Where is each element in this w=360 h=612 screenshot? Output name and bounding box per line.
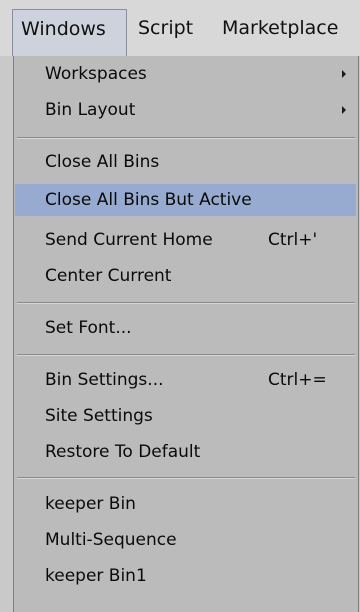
menu-item-label: Set Font... (45, 318, 132, 338)
menu-item-keeper-bin1[interactable]: keeper Bin1 (14, 560, 358, 592)
menu-separator (17, 354, 355, 356)
menu-item-label: Workspaces (45, 64, 147, 84)
menu-bar: Windows Script Marketplace (0, 0, 360, 56)
menu-item-close-all-bins[interactable]: Close All Bins (14, 146, 358, 178)
menu-item-label: Site Settings (45, 406, 153, 426)
menu-item-label: Close All Bins But Active (45, 190, 252, 210)
menu-item-restore-to-default[interactable]: Restore To Default (14, 436, 358, 468)
menu-item-site-settings[interactable]: Site Settings (14, 400, 358, 432)
menu-separator (17, 137, 355, 139)
menu-separator (17, 477, 355, 479)
submenu-arrow-icon (342, 106, 346, 114)
menu-script[interactable]: Script (138, 9, 193, 47)
menu-item-label: Center Current (45, 266, 172, 286)
menu-item-close-all-bins-but-active[interactable]: Close All Bins But Active (15, 184, 356, 216)
menu-item-label: Bin Settings... (45, 370, 164, 390)
menu-separator (17, 302, 355, 304)
menu-item-send-current-home[interactable]: Send Current Home Ctrl+' (14, 224, 358, 256)
menu-marketplace[interactable]: Marketplace (222, 9, 338, 47)
menu-item-shortcut: Ctrl+' (268, 230, 318, 250)
menu-item-shortcut: Ctrl+= (268, 370, 327, 390)
menu-item-label: Multi-Sequence (45, 530, 177, 550)
menu-item-workspaces[interactable]: Workspaces (14, 58, 358, 90)
menu-item-bin-layout[interactable]: Bin Layout (14, 94, 358, 126)
menu-item-label: Close All Bins (45, 152, 160, 172)
windows-dropdown-menu: Workspaces Bin Layout Close All Bins Clo… (13, 56, 359, 612)
menu-item-multi-sequence[interactable]: Multi-Sequence (14, 524, 358, 556)
menu-windows[interactable]: Windows (12, 9, 127, 56)
menu-item-label: Restore To Default (45, 442, 201, 462)
menu-item-label: keeper Bin1 (45, 566, 147, 586)
submenu-arrow-icon (342, 70, 346, 78)
menu-item-label: Bin Layout (45, 100, 136, 120)
menu-item-set-font[interactable]: Set Font... (14, 312, 358, 344)
menu-item-bin-settings[interactable]: Bin Settings... Ctrl+= (14, 364, 358, 396)
menu-item-label: keeper Bin (45, 494, 136, 514)
menu-item-keeper-bin[interactable]: keeper Bin (14, 488, 358, 520)
menu-item-label: Send Current Home (45, 230, 213, 250)
menu-item-center-current[interactable]: Center Current (14, 260, 358, 292)
